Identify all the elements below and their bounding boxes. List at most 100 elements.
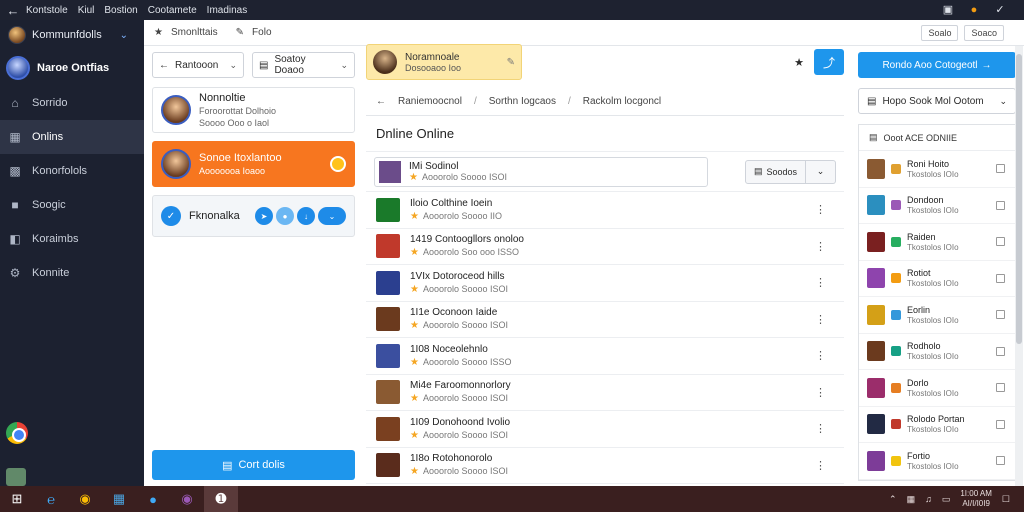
list-item[interactable]: Iloio Colthine Ioein ★ Aooorolo Soooo IIO ⋮ xyxy=(366,192,844,229)
breadcrumb-item[interactable]: Rackolm locgoncl xyxy=(583,96,661,107)
breadcrumb-item[interactable]: Raniemoocnol xyxy=(398,96,462,107)
download-icon[interactable]: ↓ xyxy=(297,207,315,225)
chevron-up-icon[interactable]: ⌃ xyxy=(889,494,897,505)
sidebar-item-contacts[interactable]: ▩ Konorfolols xyxy=(0,154,144,188)
select-dropdown[interactable]: ▤ Hopo Sook Mol Ootom ⌄ xyxy=(858,88,1016,114)
list-item[interactable]: 1I09 Donohoond Ivolio ★ Aooorolo Soooo ISO… xyxy=(366,411,844,448)
window-icon[interactable]: ▣ xyxy=(942,4,954,16)
pin-icon[interactable]: ★ xyxy=(154,27,163,38)
list-item[interactable]: 1I08 Noceolehnlo ★ Aooorolo Soooo ISSO ⋮ xyxy=(366,338,844,375)
people-icon[interactable]: ● xyxy=(276,207,294,225)
tab-label[interactable]: Folo xyxy=(252,27,271,38)
friend-checkbox[interactable] xyxy=(996,456,1005,466)
more-options-icon[interactable]: ⋮ xyxy=(815,349,834,362)
menu-item[interactable]: Kiul xyxy=(78,5,95,16)
more-options-icon[interactable]: ⋮ xyxy=(815,313,834,326)
firefox-icon[interactable]: ◉ xyxy=(170,486,204,512)
friend-checkbox[interactable] xyxy=(996,419,1005,429)
notification-icon[interactable]: ☐ xyxy=(1002,494,1010,505)
primary-action-button[interactable]: ▤ Cort dolis xyxy=(152,450,355,480)
pin-icon[interactable]: ★ xyxy=(794,56,804,69)
profile-badge-icon[interactable]: ● xyxy=(968,4,980,16)
friend-checkbox[interactable] xyxy=(996,346,1005,356)
friend-row[interactable]: Rotiot Tkostolos IOIo xyxy=(859,261,1015,297)
scrollbar[interactable] xyxy=(1015,46,1023,486)
chevron-down-icon[interactable]: ⌄ xyxy=(318,207,346,225)
friend-checkbox[interactable] xyxy=(996,383,1005,393)
tab-label[interactable]: Smonlttais xyxy=(171,27,218,38)
friend-status: Tkostolos IOIo xyxy=(907,169,959,179)
friend-row[interactable]: Fortio Tkostolos IOIo xyxy=(859,443,1015,480)
more-options-icon[interactable]: ⋮ xyxy=(815,386,834,399)
list-item[interactable]: 1VIx Dotoroceod hills ★ Aooorolo Soooo ISO… xyxy=(366,265,844,302)
volume-icon[interactable]: ♫ xyxy=(925,494,932,504)
edit-icon[interactable]: ✎ xyxy=(236,27,244,38)
friend-checkbox[interactable] xyxy=(996,273,1005,283)
list-item[interactable]: 1419 Contoogllors onoloo ★ Aooorolo Soo oo… xyxy=(366,229,844,265)
scrollbar-thumb[interactable] xyxy=(1016,54,1022,344)
share-icon[interactable]: ➤ xyxy=(255,207,273,225)
more-options-icon[interactable]: ⋮ xyxy=(815,422,834,435)
friend-row[interactable]: Dorlo Tkostolos IOIo xyxy=(859,370,1015,407)
clock[interactable]: 1I:00 AM AI/I/I0I9 xyxy=(960,489,992,509)
sidebar-user[interactable]: Naroe Ontfias xyxy=(0,50,144,86)
friend-name: Fortio xyxy=(907,450,931,461)
friend-row[interactable]: Raiden Tkostolos IOIo xyxy=(859,224,1015,261)
arrow-left-icon[interactable]: ← xyxy=(376,96,386,107)
sidebar-item-bookmarks[interactable]: ◧ Koraimbs xyxy=(0,222,144,256)
shield-check-icon[interactable]: ✓ xyxy=(994,4,1006,16)
sidebar-header[interactable]: Kommunfdolls ⌄ xyxy=(0,20,144,50)
friend-row[interactable]: Dondoon Tkostolos IOIo xyxy=(859,188,1015,224)
edge-icon[interactable]: ℮ xyxy=(34,486,68,512)
friends-card[interactable]: ✓ Fknonalka ➤ ● ↓ ⌄ xyxy=(152,195,355,237)
list-item[interactable]: Mi4e Faroomonnorlory ★ Aooorolo Soooo ISOI… xyxy=(366,375,844,411)
more-options-icon[interactable]: ⋮ xyxy=(815,276,834,289)
menu-item[interactable]: Kontstole xyxy=(26,5,68,16)
select-dropdown[interactable]: ▤ Soatoy Doaoo ⌄ xyxy=(252,52,355,78)
more-options-icon[interactable]: ⋮ xyxy=(815,240,834,253)
sidebar-item-settings[interactable]: ⚙ Konnite xyxy=(0,256,144,290)
battery-icon[interactable]: ▭ xyxy=(942,494,951,505)
more-options-icon[interactable]: ⋮ xyxy=(815,459,834,472)
filter-button[interactable]: ▤ Soodos xyxy=(744,159,806,184)
search-input[interactable]: IMi Sodinol ★ Aooorolo Soooo ISOI xyxy=(374,156,708,187)
list-item[interactable]: 1I1e Oconoon Iaide ★ Aooorolo Soooo ISOI ⋮ xyxy=(366,302,844,338)
friend-row[interactable]: Rodholo Tkostolos IOIo xyxy=(859,334,1015,370)
network-icon[interactable]: ▦ xyxy=(907,494,916,505)
toolbar-button[interactable]: Soalo xyxy=(921,24,959,41)
breadcrumb-item[interactable]: Sorthn Iogcaos xyxy=(489,96,556,107)
friend-checkbox[interactable] xyxy=(996,164,1005,174)
sidebar-item-online[interactable]: ▦ Onlins xyxy=(0,120,144,154)
chrome-icon[interactable]: ◉ xyxy=(68,486,102,512)
app-8ball-icon[interactable]: ➊ xyxy=(204,486,238,512)
windows-start-icon[interactable]: ⊞ xyxy=(0,486,34,512)
notepad-icon[interactable] xyxy=(6,468,26,486)
highlight-card[interactable]: Noramnoale Dosooaoo Ioo ✎ xyxy=(366,44,522,80)
friend-row[interactable]: Roni Hoito Tkostolos IOIo xyxy=(859,151,1015,188)
sidebar-item-home[interactable]: ⌂ Sorrido xyxy=(0,86,144,120)
select-dropdown[interactable]: ← Rantooon ⌄ xyxy=(152,52,244,78)
share-button[interactable]: ⤴ xyxy=(814,49,844,75)
active-profile-card[interactable]: Sonoe Itoxlantoo Aooooooa Ioaoo xyxy=(152,141,355,187)
friend-checkbox[interactable] xyxy=(996,237,1005,247)
filter-dropdown[interactable]: ⌄ xyxy=(806,159,836,184)
profile-card[interactable]: Nonnoltie Foroorottat Dolhoio Soooo Ooo … xyxy=(152,87,355,133)
toolbar-button[interactable]: Soaco xyxy=(964,24,1004,41)
menu-item[interactable]: Bostion xyxy=(104,5,137,16)
list-item[interactable]: 1I8o Rotohonorolo ★ Aooorolo Soooo ISOI ⋮ xyxy=(366,448,844,484)
menu-item[interactable]: Imadinas xyxy=(207,5,248,16)
friend-checkbox[interactable] xyxy=(996,200,1005,210)
more-options-icon[interactable]: ⋮ xyxy=(815,203,834,216)
sidebar-item-security[interactable]: ■ Soogic xyxy=(0,188,144,222)
chrome-icon[interactable] xyxy=(6,422,28,444)
chevron-down-icon[interactable]: ⌄ xyxy=(120,30,128,41)
friend-row[interactable]: Eorlin Tkostolos IOIo xyxy=(859,297,1015,334)
ie-icon[interactable]: ● xyxy=(136,486,170,512)
friend-checkbox[interactable] xyxy=(996,310,1005,320)
add-category-button[interactable]: Rondo Aoo Cotogeotl → xyxy=(858,52,1016,78)
file-explorer-icon[interactable]: ▦ xyxy=(102,486,136,512)
back-arrow-icon[interactable]: ← xyxy=(0,3,26,18)
pencil-icon[interactable]: ✎ xyxy=(507,57,515,68)
menu-item[interactable]: Cootamete xyxy=(148,5,197,16)
friend-row[interactable]: Rolodo Portan Tkostolos IOIo xyxy=(859,407,1015,443)
